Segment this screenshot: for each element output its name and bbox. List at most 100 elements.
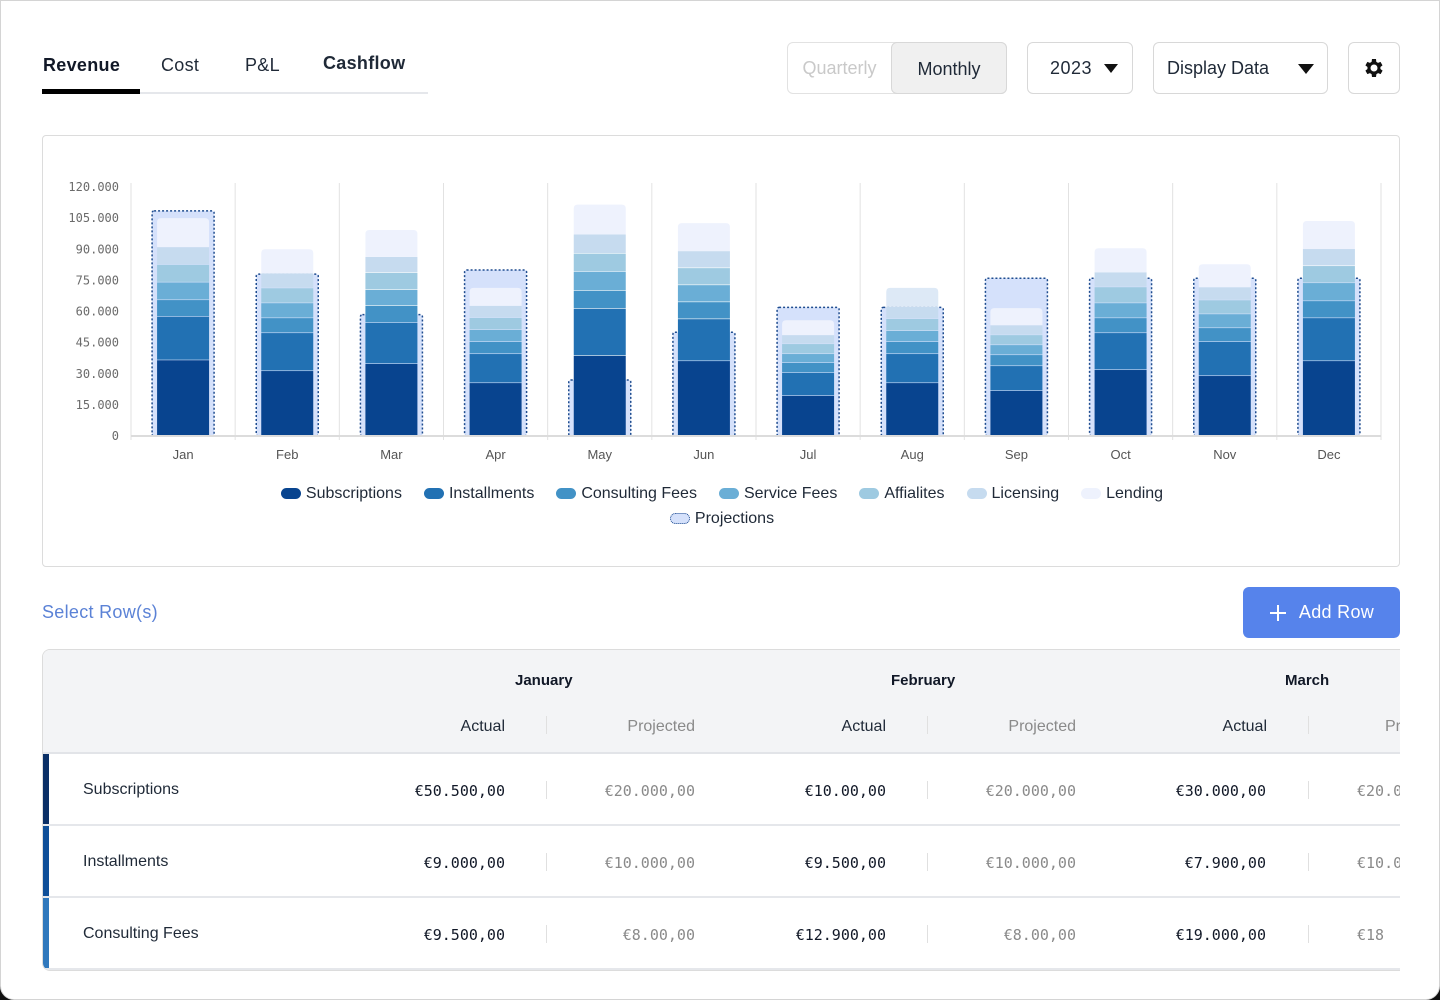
bar-segment-consulting-fees[interactable]: [990, 355, 1043, 366]
bar-segment-lending[interactable]: [782, 320, 835, 336]
bar-segment-lending[interactable]: [365, 229, 418, 257]
legend-item-installments[interactable]: Installments: [423, 485, 534, 503]
bar-group-may[interactable]: [568, 204, 632, 437]
bar-segment-service-fees[interactable]: [990, 345, 1043, 355]
period-monthly-option[interactable]: Monthly: [891, 42, 1007, 94]
bar-segment-installments[interactable]: [469, 354, 522, 383]
legend-item-subscriptions[interactable]: Subscriptions: [280, 485, 402, 503]
bar-segment-consulting-fees[interactable]: [365, 305, 418, 323]
bar-segment-installments[interactable]: [365, 322, 418, 364]
bar-segment-service-fees[interactable]: [365, 289, 418, 306]
bar-segment-consulting-fees[interactable]: [1302, 301, 1355, 318]
actual-value-cell[interactable]: €7.900,00: [1185, 854, 1266, 872]
bar-segment-affialites[interactable]: [157, 264, 210, 282]
bar-segment-subscriptions[interactable]: [990, 390, 1043, 436]
actual-value-cell[interactable]: €19.000,00: [1176, 926, 1266, 944]
bar-segment-licensing[interactable]: [990, 325, 1043, 335]
bar-segment-affialites[interactable]: [782, 344, 835, 354]
bar-segment-lending[interactable]: [1198, 264, 1251, 288]
bar-segment-service-fees[interactable]: [469, 329, 522, 342]
bar-segment-consulting-fees[interactable]: [1094, 318, 1147, 333]
bar-segment-licensing[interactable]: [782, 335, 835, 344]
bar-segment-consulting-fees[interactable]: [1198, 328, 1251, 342]
table-row[interactable]: Installments €9.000,00 €10.000,00 €9.500,00…: [43, 826, 1400, 898]
bar-group-nov[interactable]: [1193, 264, 1257, 437]
bar-segment-affialites[interactable]: [990, 335, 1043, 345]
legend-item-lending[interactable]: Lending: [1081, 485, 1163, 503]
bar-segment-service-fees[interactable]: [1094, 303, 1147, 318]
projected-value-cell[interactable]: €10.000,00: [605, 854, 695, 872]
bar-segment-consulting-fees[interactable]: [677, 302, 730, 319]
projected-value-cell[interactable]: €10.000,00: [986, 854, 1076, 872]
bar-segment-lending[interactable]: [990, 308, 1043, 326]
bar-segment-affialites[interactable]: [469, 317, 522, 330]
bar-segment-subscriptions[interactable]: [365, 363, 418, 436]
bar-group-dec[interactable]: [1297, 221, 1361, 437]
bar-group-jan[interactable]: [151, 210, 215, 437]
bar-segment-consulting-fees[interactable]: [469, 342, 522, 354]
col-header-projected[interactable]: Projected: [595, 718, 695, 736]
bar-segment-affialites[interactable]: [886, 318, 939, 331]
bar-group-oct[interactable]: [1088, 248, 1153, 437]
select-rows-link[interactable]: Select Row(s): [42, 602, 158, 623]
bar-group-apr[interactable]: [463, 269, 528, 437]
bar-segment-licensing[interactable]: [1094, 272, 1147, 287]
bar-segment-affialites[interactable]: [365, 272, 418, 290]
bar-segment-lending[interactable]: [1094, 248, 1147, 273]
bar-segment-installments[interactable]: [157, 316, 210, 360]
bar-segment-subscriptions[interactable]: [782, 395, 835, 436]
bar-segment-affialites[interactable]: [1302, 266, 1355, 283]
bar-segment-installments[interactable]: [1198, 342, 1251, 376]
projected-value-cell[interactable]: €18: [1357, 926, 1384, 944]
display-data-dropdown[interactable]: Display Data: [1153, 42, 1328, 94]
projected-value-cell[interactable]: €8.00,00: [1004, 926, 1076, 944]
bar-segment-subscriptions[interactable]: [886, 383, 939, 436]
bar-segment-licensing[interactable]: [677, 251, 730, 268]
col-header-actual[interactable]: Actual: [405, 718, 505, 736]
bar-segment-subscriptions[interactable]: [1094, 370, 1147, 436]
projected-value-cell[interactable]: €8.00,00: [623, 926, 695, 944]
bar-segment-affialites[interactable]: [677, 268, 730, 285]
bar-segment-service-fees[interactable]: [573, 271, 626, 291]
bar-segment-subscriptions[interactable]: [677, 361, 730, 436]
bar-segment-service-fees[interactable]: [886, 331, 939, 342]
legend-item-projections[interactable]: Projections: [669, 510, 774, 528]
table-row[interactable]: Consulting Fees €9.500,00 €8.00,00 €12.900,…: [43, 898, 1400, 970]
table-row[interactable]: Subscriptions €50.500,00 €20.000,00 €10.00,…: [43, 754, 1400, 826]
projected-value-cell[interactable]: €10.0: [1357, 854, 1400, 872]
actual-value-cell[interactable]: €9.500,00: [424, 926, 505, 944]
bar-segment-service-fees[interactable]: [1198, 314, 1251, 328]
bar-segment-affialites[interactable]: [1198, 300, 1251, 314]
tab-revenue[interactable]: Revenue: [43, 55, 120, 76]
bar-segment-service-fees[interactable]: [261, 303, 314, 318]
bar-segment-installments[interactable]: [1094, 333, 1147, 370]
legend-item-affialites[interactable]: Affialites: [859, 485, 945, 503]
bar-segment-subscriptions[interactable]: [261, 371, 314, 436]
settings-button[interactable]: [1348, 42, 1400, 94]
legend-item-service-fees[interactable]: Service Fees: [718, 485, 837, 503]
bar-segment-consulting-fees[interactable]: [573, 290, 626, 309]
bar-segment-subscriptions[interactable]: [469, 383, 522, 436]
bar-segment-affialites[interactable]: [1094, 287, 1147, 303]
projected-value-cell[interactable]: €20.000,00: [605, 782, 695, 800]
actual-value-cell[interactable]: €50.500,00: [415, 782, 505, 800]
bar-segment-subscriptions[interactable]: [157, 360, 210, 436]
bar-group-sep[interactable]: [984, 277, 1049, 437]
bar-segment-licensing[interactable]: [157, 247, 210, 265]
bar-segment-lending[interactable]: [261, 249, 314, 274]
year-dropdown[interactable]: 2023: [1027, 42, 1133, 94]
bar-segment-subscriptions[interactable]: [573, 355, 626, 436]
tab-cost[interactable]: Cost: [161, 55, 199, 76]
legend-item-consulting-fees[interactable]: Consulting Fees: [556, 485, 697, 503]
bar-segment-installments[interactable]: [782, 372, 835, 396]
bar-segment-lending[interactable]: [886, 287, 939, 307]
bar-segment-licensing[interactable]: [886, 306, 939, 319]
bar-segment-installments[interactable]: [1302, 318, 1355, 361]
bar-segment-installments[interactable]: [573, 308, 626, 356]
period-quarterly-option[interactable]: Quarterly: [788, 43, 891, 93]
projected-value-cell[interactable]: €20.000,00: [986, 782, 1076, 800]
actual-value-cell[interactable]: €30.000,00: [1176, 782, 1266, 800]
bar-group-mar[interactable]: [359, 229, 424, 437]
bar-segment-installments[interactable]: [677, 319, 730, 361]
col-header-actual[interactable]: Actual: [786, 718, 886, 736]
